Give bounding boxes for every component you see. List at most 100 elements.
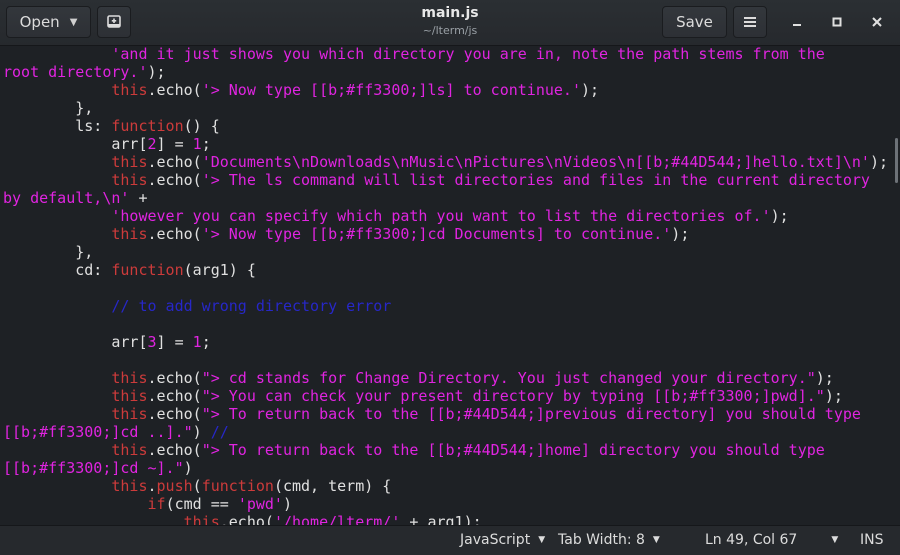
code-line: this.echo('> The ls command will list di… (3, 171, 888, 189)
open-button[interactable]: Open ▼ (6, 6, 91, 38)
code-token: 1 (192, 135, 202, 153)
code-line: cd: function(arg1) { (3, 261, 888, 279)
code-token: "> You can check your present directory … (201, 387, 825, 405)
code-token: 1 (192, 333, 202, 351)
code-token: .echo( (147, 153, 202, 171)
status-bar: JavaScript ▼ Tab Width: 8 ▼ Ln 49, Col 6… (0, 525, 900, 555)
code-token: .echo( (147, 387, 202, 405)
code-token: 2 (147, 135, 157, 153)
code-token: ] = (156, 333, 193, 351)
code-token: '> The ls command will list directories … (201, 171, 870, 189)
code-token: arr[ (3, 135, 148, 153)
code-line: ls: function() { (3, 117, 888, 135)
insert-mode-label: INS (860, 532, 884, 548)
save-button[interactable]: Save (662, 6, 727, 38)
code-token: ); (815, 369, 834, 387)
new-document-button[interactable] (97, 6, 131, 38)
code-line: this.echo("> cd stands for Change Direct… (3, 369, 888, 387)
code-line: // to add wrong directory error (3, 297, 888, 315)
code-line: this.echo('> Now type [[b;#ff3300;]cd Do… (3, 225, 888, 243)
code-token: ); (671, 225, 690, 243)
tab-width-selector[interactable]: Tab Width: 8 ▼ (558, 532, 660, 548)
code-line: this.echo('Documents\nDownloads\nMusic\n… (3, 153, 888, 171)
code-line: 'and it just shows you which directory y… (3, 46, 888, 63)
code-line: by default,\n' + (3, 189, 888, 207)
code-token: (arg1) { (183, 261, 256, 279)
chevron-down-icon: ▼ (538, 535, 546, 545)
code-token: '> Now type [[b;#ff3300;]ls] to continue… (201, 81, 581, 99)
code-token: . (147, 477, 157, 495)
code-token: this (111, 225, 148, 243)
code-token: if (147, 495, 166, 513)
code-token: ); (147, 63, 166, 81)
code-token: 'and it just shows you which directory y… (3, 46, 825, 63)
code-token: ls: (3, 117, 112, 135)
close-button[interactable] (863, 8, 891, 36)
code-line: arr[3] = 1; (3, 333, 888, 351)
window-title-area: main.js ~/lterm/js (300, 5, 600, 37)
language-selector[interactable]: JavaScript ▼ (460, 532, 545, 548)
code-token: [[b;#ff3300;]cd ..]." (3, 423, 193, 441)
minimize-icon (793, 24, 801, 26)
code-line: }, (3, 99, 888, 117)
cursor-position-selector[interactable]: Ln 49, Col 67 ▼ (705, 532, 838, 548)
code-token: ); (770, 207, 789, 225)
code-editor[interactable]: 'and it just shows you which directory y… (0, 46, 900, 525)
chevron-down-icon: ▼ (652, 535, 660, 545)
code-token: 3 (147, 333, 157, 351)
code-line: this.echo("> To return back to the [[b;#… (3, 405, 888, 423)
code-token: this (111, 387, 148, 405)
code-token: () { (183, 117, 220, 135)
minimize-button[interactable] (783, 8, 811, 36)
code-token: ; (201, 333, 211, 351)
code-view[interactable]: 'and it just shows you which directory y… (3, 46, 888, 525)
window-subtitle: ~/lterm/js (422, 24, 478, 37)
code-token: .echo( (219, 513, 274, 525)
save-button-label: Save (676, 13, 713, 31)
code-token: this (111, 369, 148, 387)
code-token: this (111, 441, 148, 459)
code-token: .echo( (147, 171, 202, 189)
maximize-icon (832, 17, 842, 27)
code-token: // (210, 423, 229, 441)
code-line: [[b;#ff3300;]cd ..].") // (3, 423, 888, 441)
code-token: this (111, 405, 148, 423)
code-token: "> To return back to the [[b;#44D544;]pr… (201, 405, 861, 423)
insert-mode-indicator[interactable]: INS (860, 532, 884, 548)
menu-button[interactable] (733, 6, 767, 38)
code-token: this (183, 513, 220, 525)
code-line: root directory.'); (3, 63, 888, 81)
code-line: this.echo('/home/lterm/' + arg1); (3, 513, 888, 525)
maximize-button[interactable] (823, 8, 851, 36)
hamburger-menu-icon (744, 17, 756, 27)
code-token: this (111, 171, 148, 189)
close-icon (872, 17, 882, 27)
code-token: 'however you can specify which path you … (111, 207, 771, 225)
tab-width-label: Tab Width: 8 (558, 532, 645, 548)
code-token: push (156, 477, 193, 495)
code-token: by default,\n' (3, 189, 130, 207)
code-line: this.push(function(cmd, term) { (3, 477, 888, 495)
code-token: [[b;#ff3300;]cd ~]." (3, 459, 184, 477)
code-line: this.echo('> Now type [[b;#ff3300;]ls] t… (3, 81, 888, 99)
code-token: this (111, 153, 148, 171)
code-token: 'pwd' (237, 495, 283, 513)
code-token: this (111, 477, 148, 495)
code-token: '> Now type [[b;#ff3300;]cd Documents] t… (201, 225, 672, 243)
code-token: .echo( (147, 81, 202, 99)
code-token: ( (192, 477, 202, 495)
code-token: "> cd stands for Change Directory. You j… (201, 369, 816, 387)
code-token: this (111, 81, 148, 99)
vertical-scrollbar[interactable] (895, 138, 898, 183)
code-token: .echo( (147, 441, 202, 459)
code-token: .echo( (147, 369, 202, 387)
code-line: this.echo("> To return back to the [[b;#… (3, 441, 888, 459)
code-token: // to add wrong directory error (111, 297, 392, 315)
